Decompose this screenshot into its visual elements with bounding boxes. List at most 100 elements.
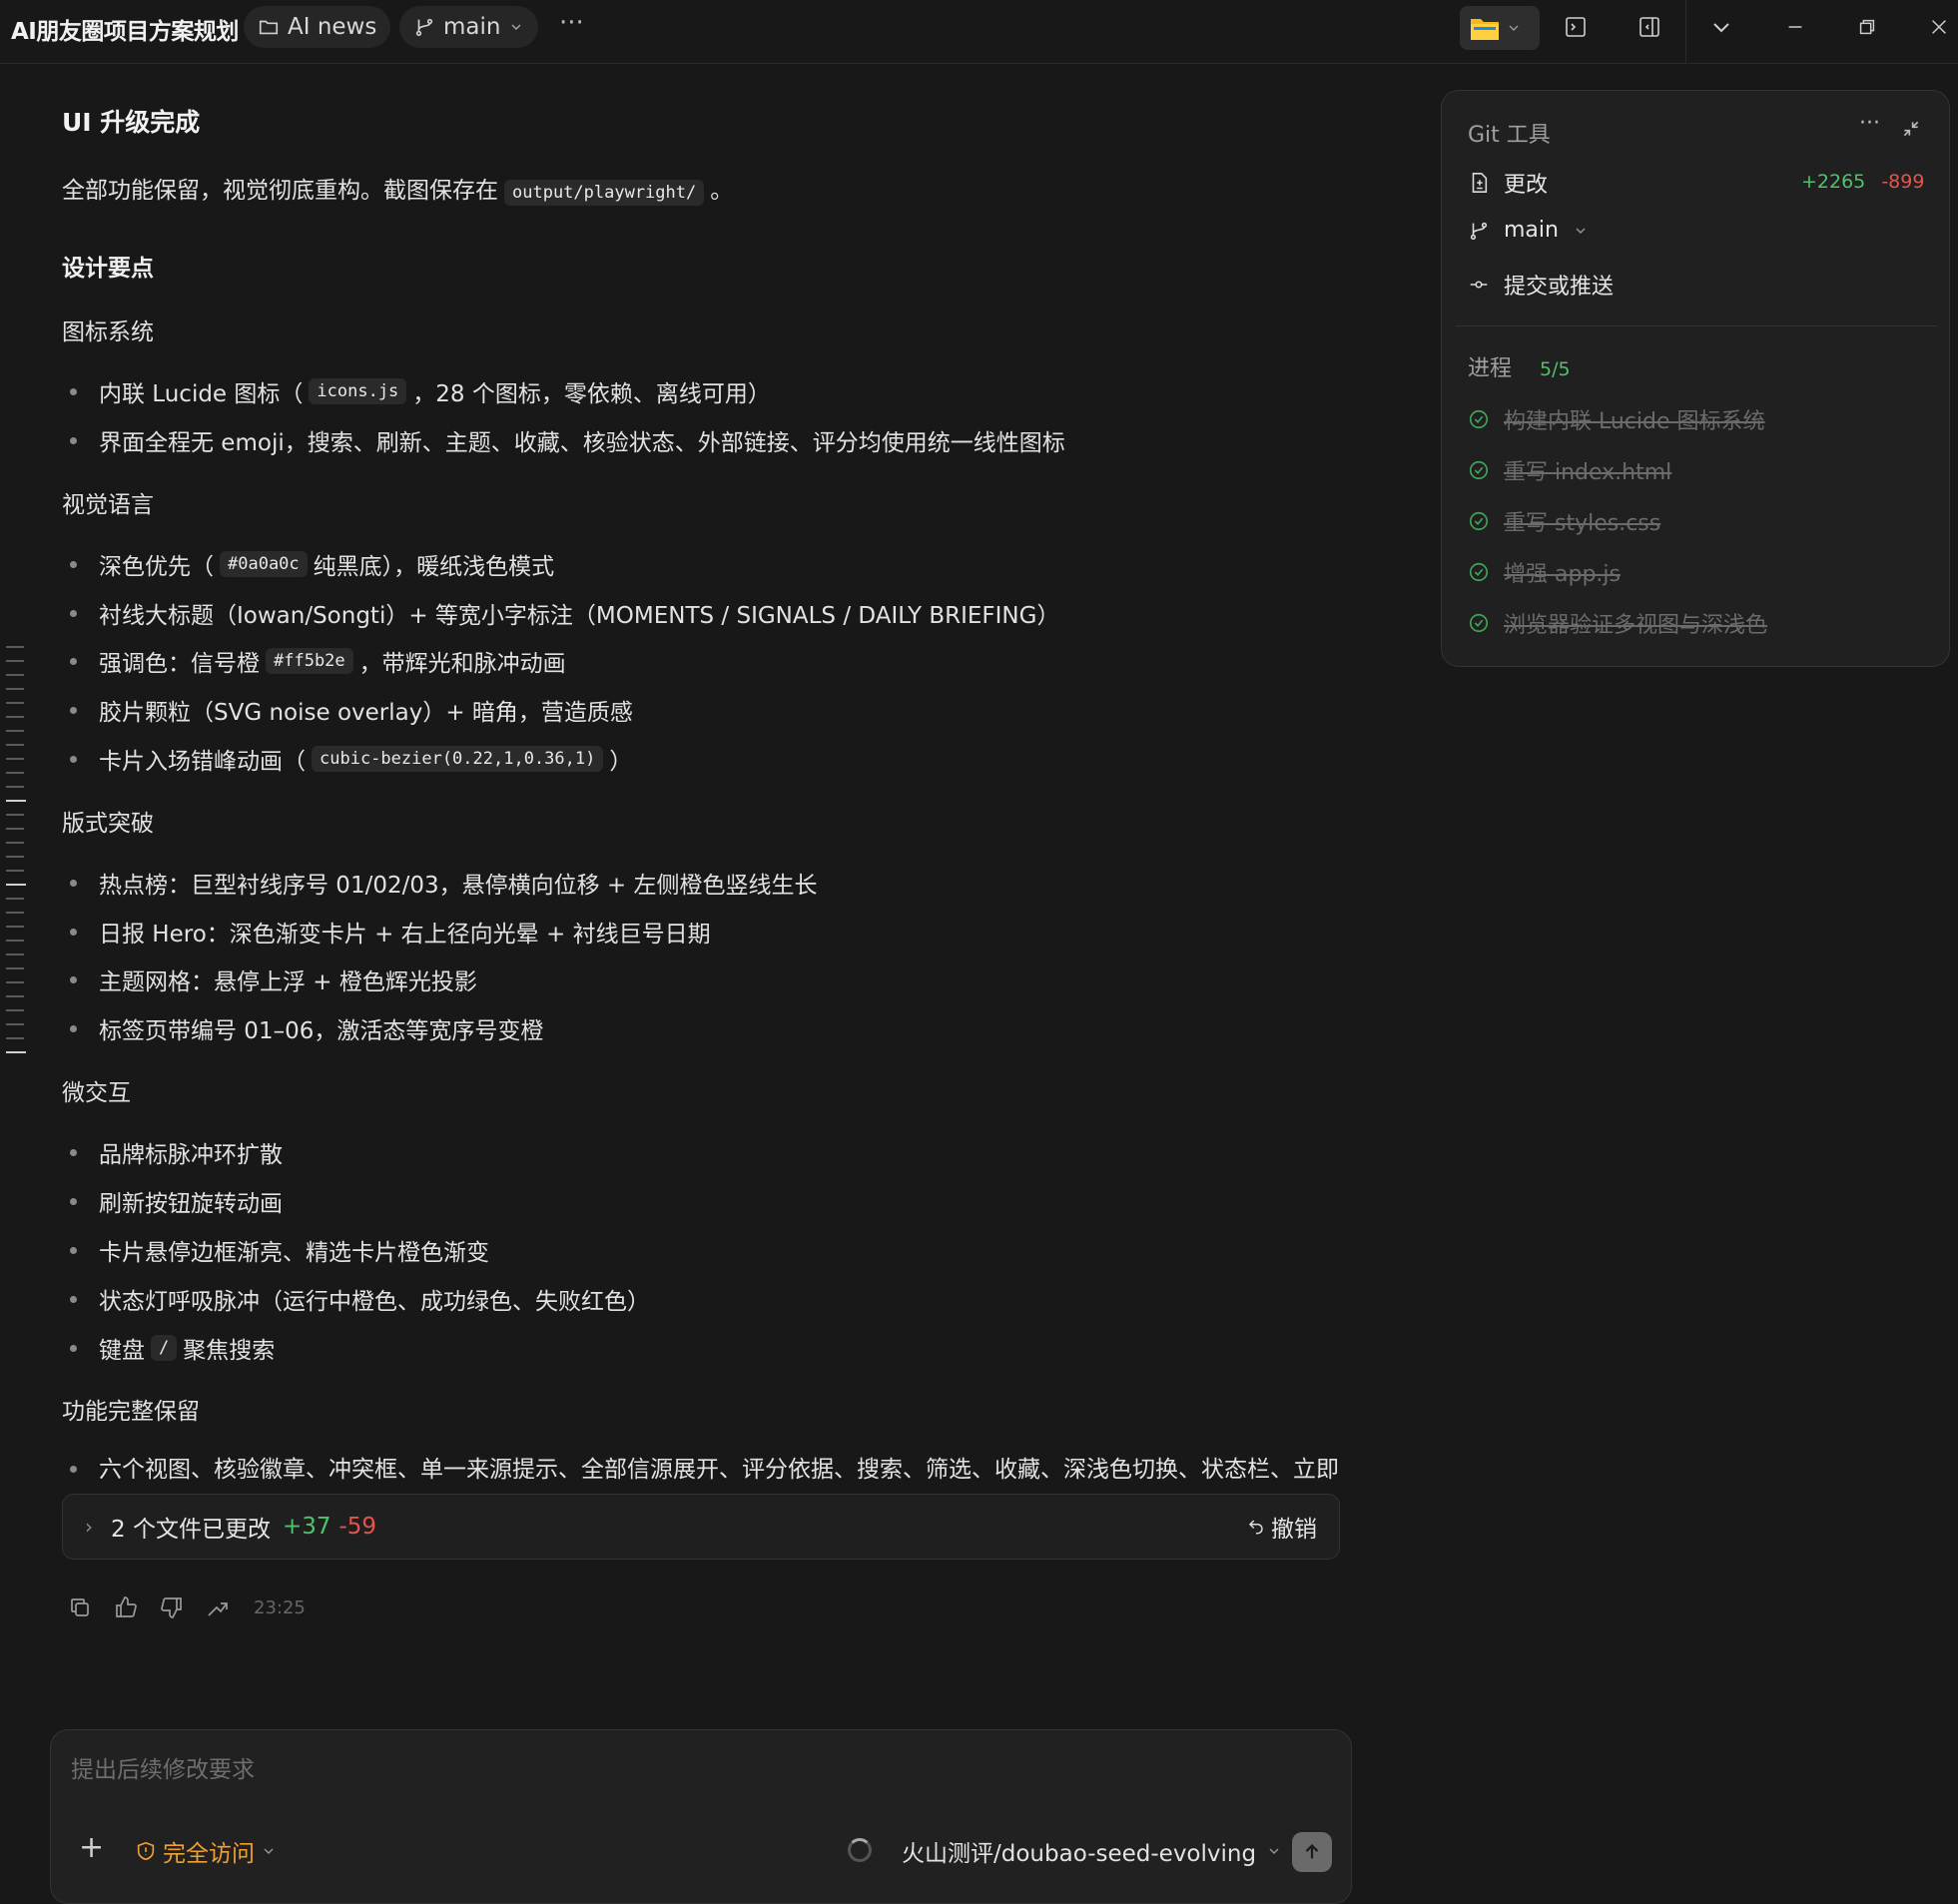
close-icon — [1932, 20, 1946, 34]
git-branch-label: main — [1504, 218, 1559, 243]
minimap-tick — [6, 912, 24, 914]
minimap-tick — [6, 828, 24, 830]
message-timestamp: 23:25 — [254, 1596, 306, 1618]
minimap-tick — [6, 1037, 24, 1039]
bullet — [70, 879, 77, 887]
files-changed-bar[interactable]: › 2 个文件已更改 +37 -59 撤销 — [62, 1494, 1340, 1560]
check-circle-icon — [1469, 409, 1489, 429]
composer[interactable]: 提出后续修改要求 + 完全访问 火山测评/doubao-seed-evolvin… — [50, 1729, 1352, 1904]
list-item: 标签页带编号 01–06，激活态等宽序号变橙 — [62, 1011, 543, 1045]
more-menu-button[interactable]: ··· — [559, 8, 584, 38]
list-text: 卡片悬停边框渐亮、精选卡片橙色渐变 — [99, 1240, 489, 1266]
model-selector[interactable]: 火山测评/doubao-seed-evolving — [902, 1834, 1282, 1868]
git-panel-more-button[interactable]: ··· — [1859, 111, 1880, 136]
subheading-features: 功能完整保留 — [62, 1399, 200, 1425]
bullet — [70, 1466, 77, 1473]
git-commit-icon — [1470, 281, 1488, 289]
chevron-right-icon[interactable]: › — [85, 1515, 93, 1539]
minimap-tick — [6, 744, 24, 746]
list-item: 界面全程无 emoji，搜索、刷新、主题、收藏、核验状态、外部链接、评分均使用统… — [62, 423, 1065, 457]
list-text: ，带辉光和脉冲动画 — [358, 651, 566, 677]
bullet — [70, 1024, 77, 1032]
minimap-tick — [6, 772, 24, 774]
task-label: 增强 app.js — [1504, 562, 1621, 587]
access-mode-label: 完全访问 — [163, 1841, 255, 1867]
minimap-tick — [6, 940, 24, 942]
list-text: ，28 个图标，零依赖、离线可用） — [412, 381, 771, 407]
intro-paragraph: 全部功能保留，视觉彻底重构。截图保存在 output/playwright/。 — [62, 171, 734, 206]
folder-pill[interactable]: AI news — [244, 6, 391, 48]
minimap-tick — [6, 967, 24, 969]
branch-fork-icon[interactable] — [206, 1595, 230, 1619]
access-mode-dropdown[interactable]: 完全访问 — [135, 1834, 277, 1868]
minimap-tick — [6, 814, 24, 816]
model-label: 火山测评/doubao-seed-evolving — [902, 1841, 1257, 1867]
minimize-button[interactable] — [1777, 10, 1813, 44]
minimap-tick — [6, 926, 24, 928]
thumbs-up-icon[interactable] — [114, 1595, 138, 1619]
git-tools-panel: Git 工具 ··· 更改 +2265 -899 main 提交或推送 进程 5… — [1441, 90, 1950, 667]
list-text: 状态灯呼吸脉冲（运行中橙色、成功绿色、失败红色） — [99, 1289, 650, 1315]
intro-text-end: 。 — [710, 178, 734, 204]
restore-button[interactable] — [1849, 10, 1885, 44]
shield-icon — [137, 1841, 155, 1861]
dropdown-button[interactable] — [1703, 10, 1739, 44]
git-diff-stats: +2265 -899 — [1801, 171, 1924, 193]
composer-input[interactable]: 提出后续修改要求 — [71, 1750, 255, 1784]
list-text: 日报 Hero：深色渐变卡片 + 右上径向光晕 + 衬线巨号日期 — [99, 922, 711, 948]
subheading-visual: 视觉语言 — [62, 492, 154, 518]
undo-button[interactable]: 撤销 — [1247, 1510, 1317, 1544]
bullet — [70, 436, 77, 444]
branch-pill[interactable]: main — [399, 6, 539, 48]
commit-or-push-button[interactable]: 提交或推送 — [1468, 269, 1614, 301]
bullet — [70, 560, 77, 568]
minimap-tick — [6, 995, 24, 997]
minimap-tick — [6, 842, 24, 844]
task-item: 重写 styles.css — [1468, 505, 1660, 537]
bullet — [70, 975, 77, 983]
bullet — [70, 755, 77, 763]
task-label: 重写 index.html — [1504, 460, 1672, 485]
minimize-arrows-icon — [1903, 121, 1919, 137]
bullet — [70, 657, 77, 665]
list-text: 热点榜：巨型衬线序号 01/02/03，悬停横向位移 + 左侧橙色竖线生长 — [99, 873, 818, 899]
subheading-layout: 版式突破 — [62, 811, 154, 837]
minimap-tick — [6, 646, 24, 648]
title-bar: AI朋友圈项目方案规划 AI news main ··· — [0, 0, 1958, 64]
intro-text: 全部功能保留，视觉彻底重构。截图保存在 — [62, 178, 498, 204]
list-item: 日报 Hero：深色渐变卡片 + 右上径向光晕 + 衬线巨号日期 — [62, 915, 711, 949]
chevron-down-icon — [1576, 228, 1586, 234]
check-circle-icon — [1469, 562, 1489, 582]
send-button[interactable] — [1292, 1832, 1332, 1872]
task-label: 浏览器验证多视图与深浅色 — [1504, 613, 1768, 638]
collapse-panel-button[interactable] — [1901, 119, 1921, 143]
git-changes-row[interactable]: 更改 — [1468, 167, 1548, 199]
list-text: 内联 Lucide 图标（ — [99, 381, 304, 407]
subheading-icons: 图标系统 — [62, 319, 154, 345]
inline-code: / — [151, 1335, 178, 1361]
minimap-tick — [6, 688, 24, 690]
minimap-tick — [6, 870, 24, 872]
file-diff-icon — [1472, 173, 1488, 193]
list-text: 主题网格：悬停上浮 + 橙色辉光投影 — [99, 969, 477, 995]
scroll-minimap[interactable] — [6, 646, 26, 1065]
terminal-toggle-button[interactable] — [1558, 10, 1594, 44]
git-lines-removed: -899 — [1881, 171, 1925, 193]
minimap-tick — [6, 758, 24, 760]
close-button[interactable] — [1921, 10, 1957, 44]
thumbs-down-icon[interactable] — [160, 1595, 184, 1619]
list-text: 衬线大标题（Iowan/Songti）+ 等宽小字标注（MOMENTS / SI… — [99, 603, 1060, 629]
list-text: 刷新按钮旋转动画 — [99, 1191, 283, 1217]
list-item: 衬线大标题（Iowan/Songti）+ 等宽小字标注（MOMENTS / SI… — [62, 596, 1059, 630]
copy-icon[interactable] — [68, 1595, 92, 1619]
chevron-down-icon — [264, 1848, 274, 1854]
section-heading: 设计要点 — [62, 256, 154, 282]
add-attachment-button[interactable]: + — [79, 1830, 104, 1865]
project-title: AI朋友圈项目方案规划 — [11, 19, 239, 45]
git-branch-selector[interactable]: main — [1468, 218, 1589, 243]
lines-added: +37 — [282, 1514, 331, 1540]
list-text: 纯黑底），暖纸浅色模式 — [313, 554, 555, 580]
list-text: 胶片颗粒（SVG noise overlay）+ 暗角，营造质感 — [99, 700, 633, 726]
open-in-explorer-button[interactable] — [1460, 6, 1540, 50]
sidebar-toggle-button[interactable] — [1632, 10, 1667, 44]
